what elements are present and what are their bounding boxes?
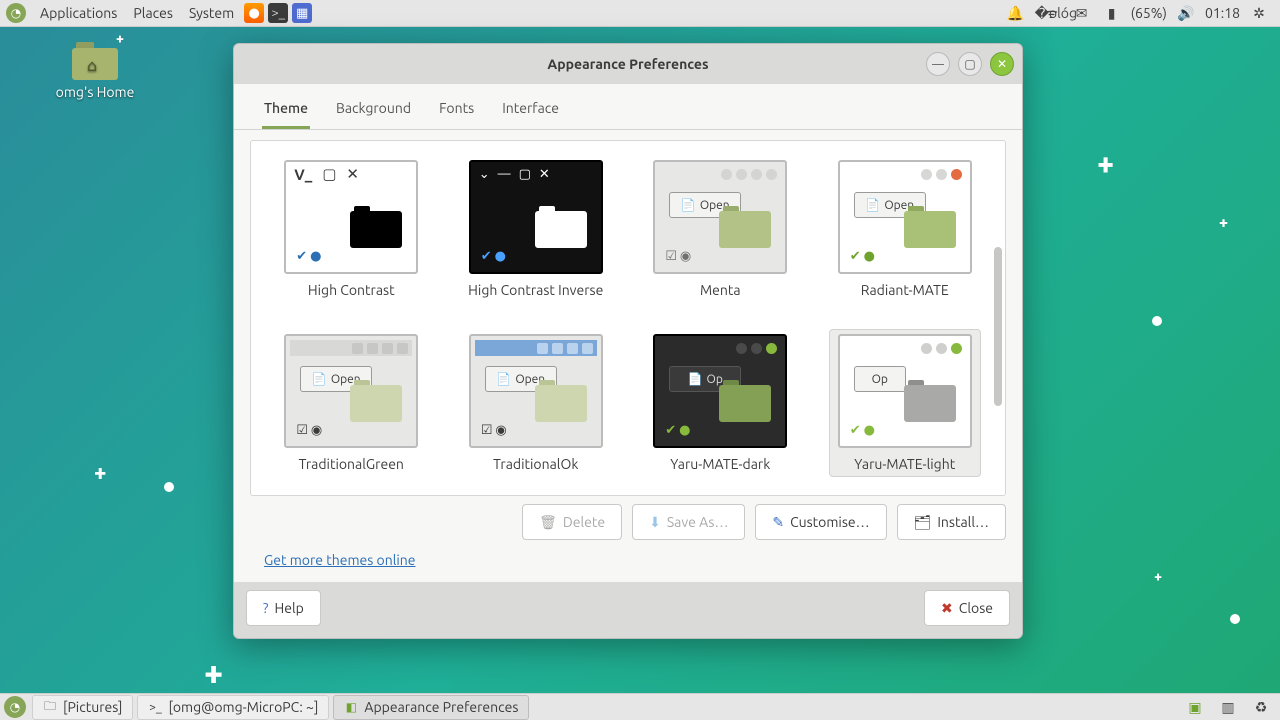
install-icon: 🗂: [914, 514, 932, 531]
notifications-icon[interactable]: 🔔: [1005, 5, 1027, 22]
tab-background[interactable]: Background: [334, 94, 413, 129]
theme-high-contrast-inverse[interactable]: ⌄—▢✕ ✔ ● High Contrast Inverse: [460, 155, 613, 303]
trash-icon[interactable]: ♻: [1250, 699, 1272, 716]
mail-icon[interactable]: ✉: [1071, 5, 1093, 22]
scrollbar[interactable]: [994, 247, 1002, 406]
tab-bar: Theme Background Fonts Interface: [234, 84, 1022, 130]
workspace-switcher-icon[interactable]: ▣: [1184, 699, 1206, 716]
tab-fonts[interactable]: Fonts: [437, 94, 476, 129]
theme-thumbnail: 📄Open ☑ ◉: [469, 334, 603, 448]
save-icon: ⬇: [649, 514, 661, 531]
menu-system[interactable]: System: [181, 0, 242, 27]
window-minimize-button[interactable]: —: [926, 52, 950, 76]
more-themes-link[interactable]: Get more themes online: [234, 548, 446, 582]
desktop-home-folder[interactable]: ⌂ omg's Home: [52, 42, 138, 100]
theme-label: Radiant-MATE: [834, 282, 977, 298]
battery-text: (65%): [1131, 5, 1167, 21]
theme-label: High Contrast Inverse: [465, 282, 608, 298]
theme-thumbnail: V_▢✕ ✔ ●: [284, 160, 418, 274]
show-desktop-button[interactable]: ◔: [4, 696, 26, 718]
theme-label: Menta: [649, 282, 792, 298]
theme-list: V_▢✕ ✔ ● High Contrast ⌄—▢✕ ✔ ●: [250, 140, 1006, 496]
window-list-icon[interactable]: ▥: [1214, 699, 1242, 716]
top-panel: ◔ Applications Places System ● >_ ▦ 🔔 �o…: [0, 0, 1280, 27]
theme-yaru-mate-light[interactable]: Op ✔ ● Yaru-MATE-light: [829, 329, 982, 477]
customise-button[interactable]: ✎Customise…: [755, 504, 886, 540]
theme-label: Yaru-MATE-dark: [649, 456, 792, 472]
theme-thumbnail: Op ✔ ●: [838, 334, 972, 448]
theme-label: TraditionalGreen: [280, 456, 423, 472]
theme-actions: 🗑Delete ⬇Save As… ✎Customise… 🗂Install…: [234, 504, 1022, 548]
theme-label: High Contrast: [280, 282, 423, 298]
menu-applications[interactable]: Applications: [32, 0, 125, 27]
theme-thumbnail: 📄Open ☑ ◉: [284, 334, 418, 448]
help-icon: ?: [263, 600, 268, 616]
theme-high-contrast[interactable]: V_▢✕ ✔ ● High Contrast: [275, 155, 428, 303]
window-close-button[interactable]: ✕: [990, 52, 1014, 76]
task-label: [omg@omg-MicroPC: ~]: [168, 699, 318, 715]
quicklaunch-terminal-icon[interactable]: >_: [268, 3, 288, 23]
theme-thumbnail: 📄Open ✔ ●: [838, 160, 972, 274]
wifi-icon[interactable]: ᯤ: [1041, 4, 1063, 23]
folder-icon: 🗀: [43, 700, 57, 714]
dialog-footer: ?Help ✖Close: [234, 582, 1022, 638]
save-as-button: ⬇Save As…: [632, 504, 745, 540]
desktop-home-label: omg's Home: [52, 84, 138, 100]
battery-icon[interactable]: ▮: [1101, 5, 1123, 22]
clock[interactable]: 01:18: [1205, 5, 1240, 21]
delete-button: 🗑Delete: [522, 504, 622, 540]
theme-label: Yaru-MATE-light: [834, 456, 977, 472]
bottom-panel: ◔ 🗀 [Pictures] >_ [omg@omg-MicroPC: ~] ◧…: [0, 693, 1280, 720]
window-title: Appearance Preferences: [547, 56, 708, 72]
theme-traditional-ok[interactable]: 📄Open ☑ ◉ TraditionalOk: [460, 329, 613, 477]
quicklaunch-firefox-icon[interactable]: ●: [244, 3, 264, 23]
task-label: [Pictures]: [63, 699, 122, 715]
appearance-window: Appearance Preferences — ▢ ✕ Theme Backg…: [233, 43, 1023, 639]
folder-icon: ⌂: [72, 42, 118, 80]
pencil-icon: ✎: [772, 514, 784, 531]
volume-icon[interactable]: 🔊: [1175, 5, 1197, 22]
mate-logo-icon[interactable]: ◔: [6, 3, 26, 23]
terminal-icon: >_: [148, 700, 162, 714]
theme-thumbnail: ⌄—▢✕ ✔ ●: [469, 160, 603, 274]
close-icon: ✖: [941, 600, 953, 617]
tab-interface[interactable]: Interface: [500, 94, 561, 129]
menu-places[interactable]: Places: [125, 0, 181, 27]
delete-icon: 🗑: [539, 514, 557, 531]
settings-icon[interactable]: ✲: [1248, 5, 1270, 22]
task-terminal[interactable]: >_ [omg@omg-MicroPC: ~]: [137, 695, 329, 720]
window-titlebar[interactable]: Appearance Preferences — ▢ ✕: [234, 44, 1022, 84]
theme-thumbnail: 📄Open ☑ ◉: [653, 160, 787, 274]
theme-thumbnail: 📄OpenOp ✔ ●: [653, 334, 787, 448]
theme-menta[interactable]: 📄Open ☑ ◉ Menta: [644, 155, 797, 303]
task-label: Appearance Preferences: [364, 699, 518, 715]
theme-label: TraditionalOk: [465, 456, 608, 472]
task-pictures[interactable]: 🗀 [Pictures]: [32, 695, 133, 720]
help-button[interactable]: ?Help: [246, 590, 321, 626]
quicklaunch-screenshot-icon[interactable]: ▦: [292, 3, 312, 23]
appearance-icon: ◧: [344, 700, 358, 714]
close-button[interactable]: ✖Close: [924, 590, 1010, 626]
tab-theme[interactable]: Theme: [262, 94, 310, 129]
install-button[interactable]: 🗂Install…: [897, 504, 1006, 540]
theme-yaru-mate-dark[interactable]: 📄OpenOp ✔ ● Yaru-MATE-dark: [644, 329, 797, 477]
theme-traditional-green[interactable]: 📄Open ☑ ◉ TraditionalGreen: [275, 329, 428, 477]
theme-radiant-mate[interactable]: 📄Open ✔ ● Radiant-MATE: [829, 155, 982, 303]
window-maximize-button[interactable]: ▢: [958, 52, 982, 76]
task-appearance[interactable]: ◧ Appearance Preferences: [333, 695, 529, 720]
